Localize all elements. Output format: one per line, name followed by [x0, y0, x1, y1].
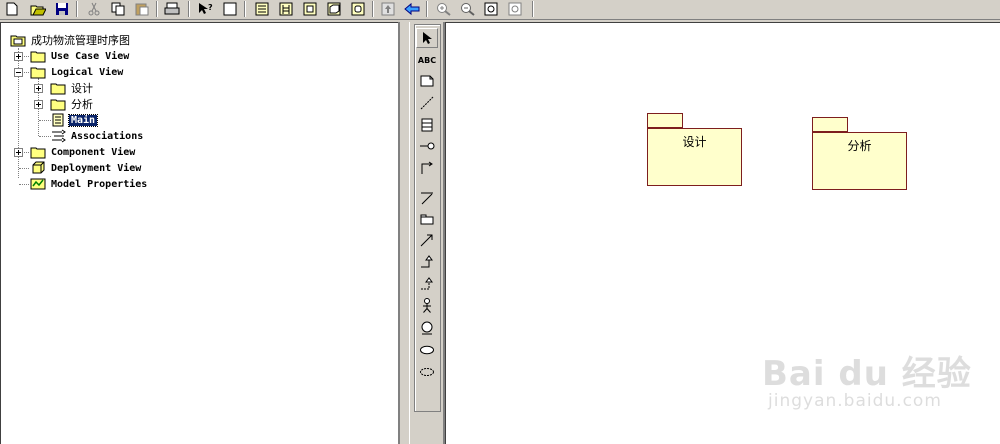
unidirectional-association-icon[interactable] — [416, 158, 438, 178]
realization-icon[interactable] — [416, 274, 438, 294]
boundary-icon[interactable] — [416, 318, 438, 338]
tree-item-logical-view[interactable]: Logical View — [30, 64, 125, 80]
watermark-logo-text: Bai du 经验 — [762, 354, 972, 394]
tree-item-label: Logical View — [51, 66, 124, 78]
context-help-icon[interactable]: ? — [198, 1, 214, 17]
toolbar-separator — [244, 1, 245, 17]
tree-item-main-diagram[interactable]: Main — [50, 112, 99, 128]
browse-class-icon[interactable] — [254, 1, 270, 17]
folder-icon — [50, 83, 66, 95]
tree-item-label: Associations — [71, 130, 144, 142]
toolbar-separator — [188, 1, 189, 17]
package-name: 分析 — [812, 132, 907, 190]
baidu-watermark: Bai du 经验 jingyan.baidu.com — [762, 346, 972, 411]
zoom-out-icon[interactable] — [460, 1, 476, 17]
view-doc-icon[interactable] — [222, 1, 238, 17]
toolbar-separator — [372, 1, 373, 17]
collapse-minus-icon[interactable] — [14, 68, 23, 77]
interface-icon[interactable] — [416, 136, 438, 156]
folder-icon — [30, 67, 46, 79]
pane-splitter[interactable] — [400, 22, 408, 444]
tree-item-component-view[interactable]: Component View — [30, 144, 137, 160]
tree-line — [19, 184, 29, 185]
open-icon[interactable] — [30, 1, 46, 17]
browser-tree: 成功物流管理时序图 Use Case View Logical View 设计 … — [0, 22, 400, 444]
browse-interaction-icon[interactable] — [278, 1, 294, 17]
folder-icon — [30, 147, 46, 159]
toolbar-separator — [76, 1, 77, 17]
use-case-icon[interactable] — [416, 340, 438, 360]
tree-item-label: Model Properties — [51, 178, 148, 190]
toolbar-separator — [156, 1, 157, 17]
watermark-url: jingyan.baidu.com — [768, 391, 942, 411]
tree-item-deployment-view[interactable]: Deployment View — [30, 160, 143, 176]
package-analysis[interactable]: 分析 — [812, 117, 907, 190]
tree-item-label: Main — [67, 113, 99, 127]
tree-item-root[interactable]: 成功物流管理时序图 — [10, 32, 132, 48]
tree-item-model-properties[interactable]: Model Properties — [30, 176, 149, 192]
tree-line — [19, 168, 29, 169]
tree-item-label: 设计 — [71, 82, 93, 95]
expand-plus-icon[interactable] — [34, 100, 43, 109]
package-design[interactable]: 设计 — [647, 113, 742, 186]
package-name: 设计 — [647, 128, 742, 186]
associations-icon — [52, 129, 66, 143]
association-class-icon[interactable] — [416, 188, 438, 208]
cut-icon[interactable] — [86, 1, 102, 17]
tree-item-label: Use Case View — [51, 50, 130, 62]
actor-icon[interactable] — [416, 296, 438, 316]
tree-item-package-analysis[interactable]: 分析 — [50, 96, 95, 112]
browse-statechart-icon[interactable] — [350, 1, 366, 17]
model-properties-icon — [30, 178, 46, 190]
selection-arrow-icon[interactable] — [416, 28, 438, 48]
undo-fit-icon[interactable] — [508, 1, 524, 17]
expand-plus-icon[interactable] — [14, 148, 23, 157]
expand-plus-icon[interactable] — [34, 84, 43, 93]
model-folder-icon — [10, 35, 26, 47]
class-icon[interactable] — [416, 115, 438, 135]
expand-plus-icon[interactable] — [14, 52, 23, 61]
package-tab — [812, 117, 848, 132]
fit-window-icon[interactable] — [484, 1, 500, 17]
tree-item-label: Component View — [51, 146, 136, 158]
browse-component-icon[interactable] — [302, 1, 318, 17]
browse-parent-icon[interactable] — [380, 1, 396, 17]
browse-previous-icon[interactable] — [404, 1, 420, 17]
svg-text:?: ? — [208, 3, 213, 12]
main-toolbar: ? — [0, 0, 1000, 20]
package-icon[interactable] — [416, 209, 438, 229]
class-diagram-icon — [52, 113, 64, 127]
toolbar-separator — [532, 1, 533, 17]
generalization-icon[interactable] — [416, 252, 438, 272]
print-icon[interactable] — [164, 1, 180, 17]
toolbar-separator — [426, 1, 427, 17]
copy-icon[interactable] — [110, 1, 126, 17]
save-icon[interactable] — [54, 1, 70, 17]
dependency-icon[interactable] — [416, 230, 438, 250]
tree-item-package-design[interactable]: 设计 — [50, 80, 95, 96]
anchor-note-icon[interactable] — [416, 93, 438, 113]
tree-item-label: 分析 — [71, 98, 93, 111]
browse-deployment-icon[interactable] — [326, 1, 342, 17]
package-tab — [647, 113, 683, 128]
paste-icon[interactable] — [134, 1, 150, 17]
tree-item-associations[interactable]: Associations — [50, 128, 145, 144]
text-box-icon[interactable]: ABC — [416, 50, 438, 70]
note-icon[interactable] — [416, 71, 438, 91]
deployment-view-icon — [32, 161, 45, 174]
ellipse-icon[interactable] — [416, 362, 438, 382]
zoom-in-icon[interactable] — [436, 1, 452, 17]
text-tool-label: ABC — [417, 55, 437, 65]
folder-icon — [50, 99, 66, 111]
tree-item-use-case-view[interactable]: Use Case View — [30, 48, 131, 64]
tree-item-label: Deployment View — [51, 162, 142, 174]
tree-item-label: 成功物流管理时序图 — [31, 34, 130, 47]
new-icon[interactable] — [4, 1, 20, 17]
folder-icon — [30, 51, 46, 63]
